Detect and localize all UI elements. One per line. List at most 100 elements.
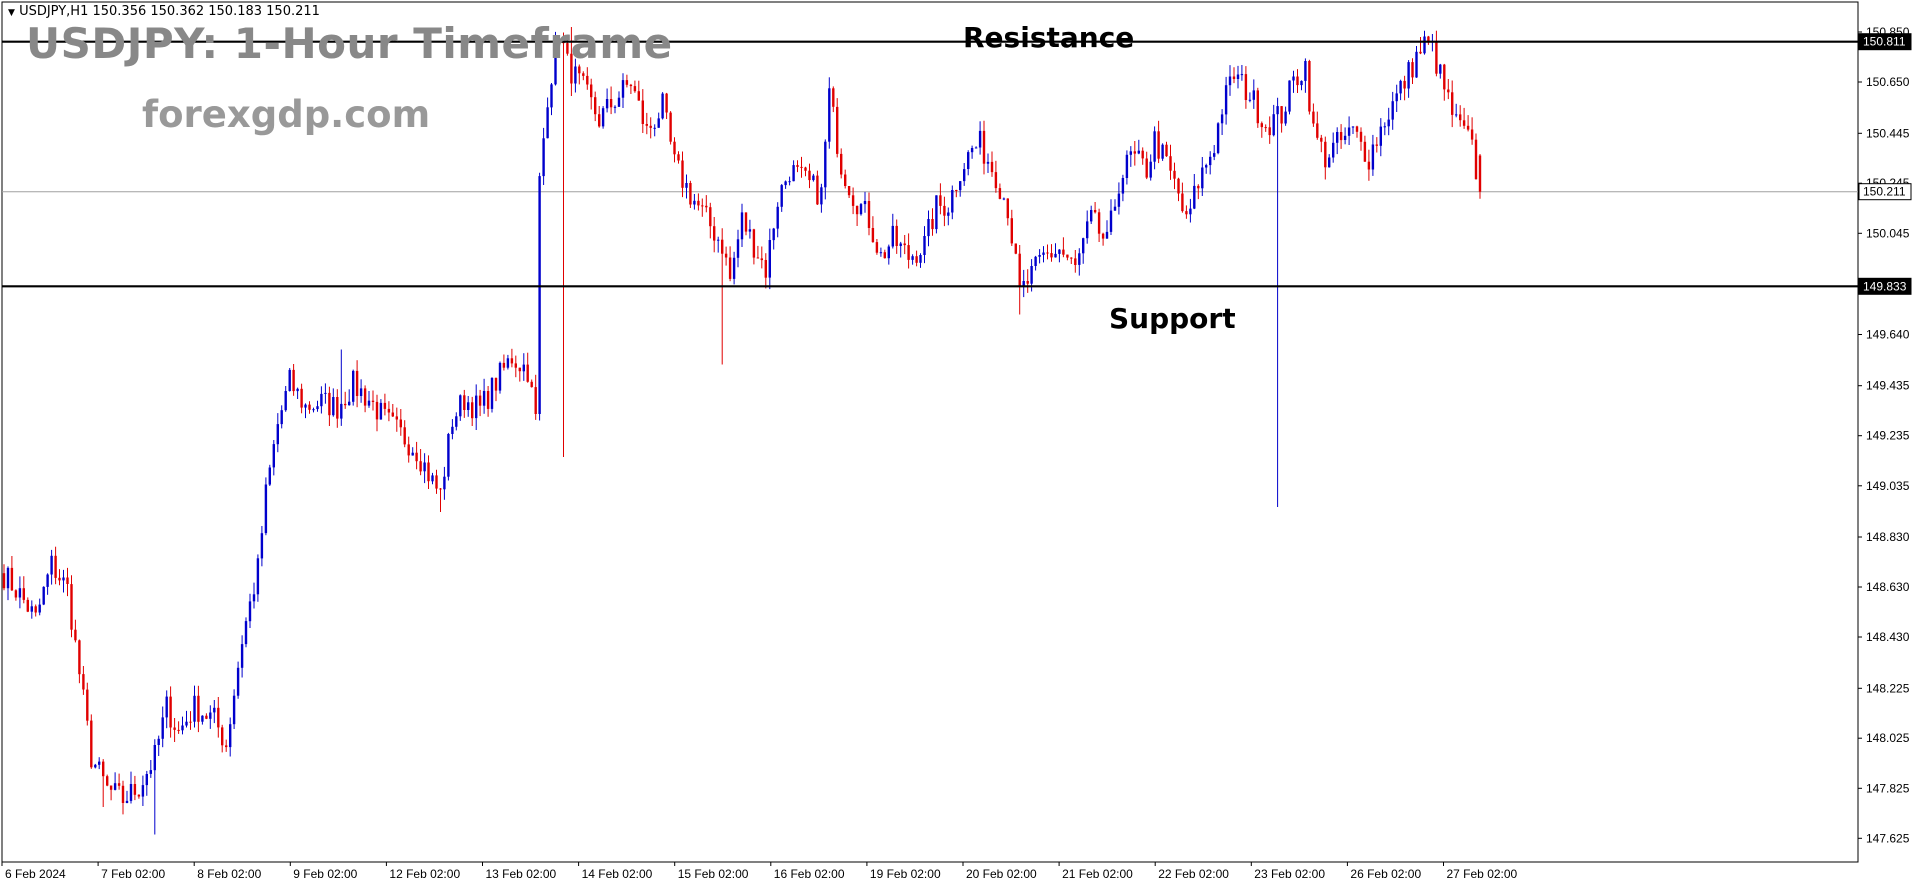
- candle-body: [808, 170, 811, 181]
- candle-body: [1474, 139, 1478, 180]
- candle-body: [609, 99, 613, 108]
- candle-body: [820, 187, 823, 205]
- candle-body: [709, 207, 712, 227]
- candle-body: [117, 783, 121, 786]
- candle-body: [1145, 158, 1148, 178]
- candle-body: [375, 401, 379, 420]
- candle-body: [1177, 178, 1180, 194]
- candle-body: [50, 555, 53, 575]
- candle-body: [431, 475, 434, 482]
- candle-body: [1435, 41, 1438, 74]
- candle-body: [990, 161, 994, 173]
- candle-body: [1466, 125, 1470, 130]
- candle-body: [14, 590, 18, 598]
- candle-body: [740, 212, 744, 240]
- candle-body: [998, 188, 1002, 199]
- y-tick-label: 149.235: [1866, 429, 1910, 443]
- candle-body: [467, 402, 470, 410]
- candle-body: [6, 567, 10, 589]
- candle-body: [915, 256, 918, 263]
- candle-body: [475, 395, 478, 419]
- candle-body: [1026, 281, 1029, 284]
- candle-body: [617, 97, 621, 107]
- candle-body: [1248, 99, 1252, 101]
- candle-body: [161, 717, 164, 739]
- candle-body: [1256, 90, 1259, 124]
- candle-body: [248, 601, 252, 622]
- candle-body: [1383, 126, 1386, 128]
- candle-body: [2, 573, 6, 589]
- y-tick-label: 150.445: [1866, 126, 1910, 140]
- candle-body: [1443, 64, 1446, 90]
- candle-body: [328, 392, 331, 416]
- candle-body: [836, 106, 839, 154]
- x-tick-label: 21 Feb 02:00: [1062, 867, 1133, 881]
- candle-body: [613, 106, 617, 108]
- symbol-dropdown-icon[interactable]: ▼: [8, 8, 15, 18]
- x-tick-label: 9 Feb 02:00: [293, 867, 357, 881]
- candle-body: [316, 406, 319, 410]
- symbol-info-text: USDJPY,H1 150.356 150.362 150.183 150.21…: [19, 4, 320, 19]
- candle-body: [1062, 249, 1065, 255]
- candle-body: [677, 154, 680, 161]
- candle-body: [653, 127, 656, 129]
- candle-body: [713, 226, 716, 241]
- candle-body: [1149, 161, 1152, 178]
- candle-body: [1304, 61, 1307, 81]
- candle-body: [1355, 126, 1359, 132]
- candle-body: [1324, 141, 1327, 168]
- candle-body: [1105, 231, 1109, 239]
- candle-body: [1459, 114, 1462, 121]
- candle-body: [522, 364, 525, 372]
- candle-body: [54, 555, 57, 578]
- candle-body: [1054, 253, 1057, 258]
- candle-body: [407, 444, 410, 456]
- y-tick-label: 149.640: [1866, 328, 1910, 342]
- candle-body: [1030, 266, 1033, 284]
- candle-body: [1185, 211, 1188, 215]
- candle-body: [280, 410, 283, 425]
- candle-body: [106, 776, 109, 786]
- candle-body: [1308, 61, 1311, 112]
- candle-body: [1216, 123, 1220, 154]
- candle-body: [352, 370, 355, 402]
- candle-body: [232, 695, 236, 725]
- candle-body: [411, 452, 414, 456]
- candle-body: [1153, 131, 1156, 162]
- candle-body: [935, 195, 938, 230]
- candle-body: [847, 186, 851, 196]
- candle-body: [355, 370, 359, 396]
- candle-body: [320, 393, 323, 407]
- candle-body: [895, 225, 898, 246]
- candle-body: [526, 364, 529, 382]
- candle-body: [268, 467, 271, 485]
- y-axis: 150.850150.650150.445150.245150.045149.6…: [1858, 25, 1910, 845]
- candle-body: [1478, 155, 1482, 192]
- candle-body: [1292, 76, 1295, 81]
- candle-body: [756, 257, 760, 259]
- candle-body: [550, 84, 553, 108]
- candle-body: [590, 84, 593, 98]
- candle-body: [209, 712, 212, 719]
- candle-body: [1002, 198, 1006, 200]
- candle-body: [1082, 238, 1085, 254]
- candle-body: [744, 212, 748, 232]
- candle-body: [1232, 76, 1236, 79]
- x-tick-label: 6 Feb 2024: [5, 867, 66, 881]
- candle-body: [102, 761, 105, 777]
- resistance-label: Resistance: [963, 21, 1135, 54]
- candle-body: [125, 800, 129, 803]
- candle-body: [859, 204, 863, 215]
- y-tick-label: 150.045: [1866, 226, 1910, 240]
- candle-body: [367, 400, 371, 406]
- x-tick-label: 23 Feb 02:00: [1254, 867, 1325, 881]
- candle-body: [1014, 243, 1017, 254]
- candle-body: [482, 391, 486, 406]
- candle-body: [113, 783, 117, 790]
- candle-body: [649, 125, 652, 128]
- candle-body: [1268, 127, 1271, 136]
- candle-body: [586, 75, 589, 85]
- candle-body: [1050, 253, 1053, 258]
- candle-body: [181, 725, 184, 731]
- candle-body: [1395, 93, 1398, 102]
